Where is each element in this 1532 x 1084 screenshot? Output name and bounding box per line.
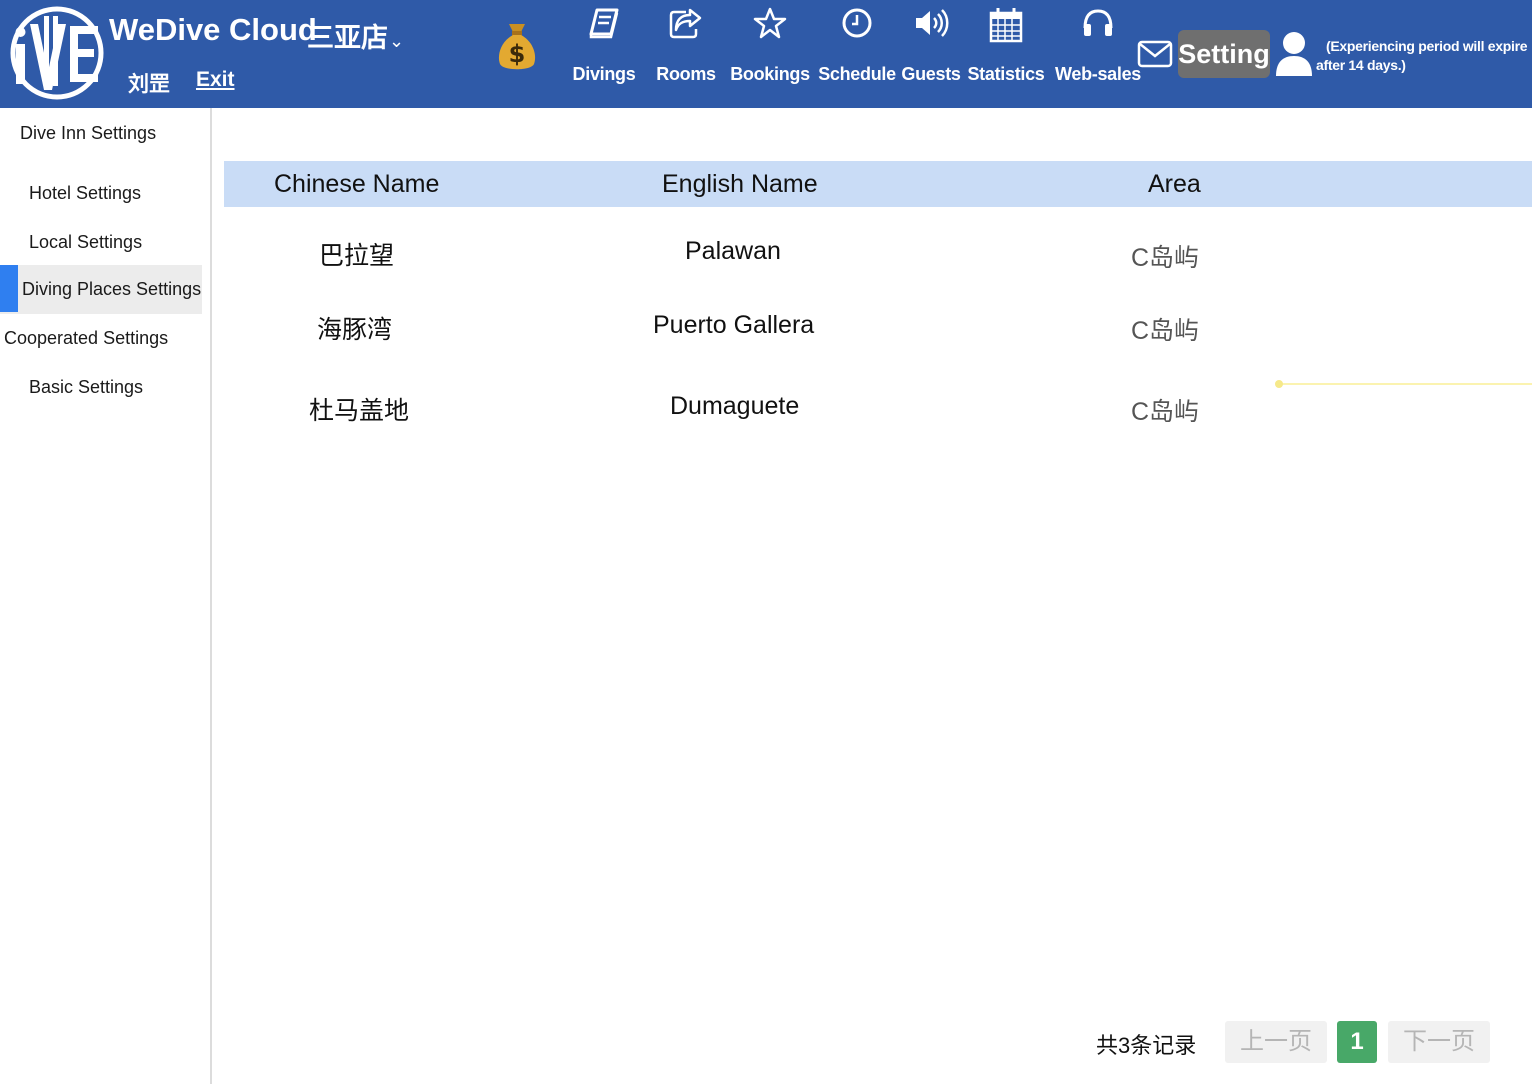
shop-selector[interactable]: 三亚店⌄ <box>307 16 404 55</box>
current-page-button[interactable]: 1 <box>1337 1021 1377 1063</box>
svg-text:$: $ <box>509 40 526 68</box>
highlight-line <box>1278 383 1532 385</box>
cell-english-name: Palawan <box>685 237 781 265</box>
cell-chinese-name: 巴拉望 <box>319 242 395 270</box>
nav-label: Divings <box>572 64 636 84</box>
sidebar-item-local[interactable]: Local Settings <box>29 232 142 253</box>
nav-label: Bookings <box>730 64 810 84</box>
exit-link[interactable]: Exit <box>196 68 235 92</box>
expire-line-2: after 14 days.) <box>1316 57 1406 73</box>
highlight-dot <box>1275 380 1283 388</box>
user-avatar-icon[interactable] <box>1274 30 1314 78</box>
nav-label: Schedule <box>818 64 896 84</box>
brand-title: WeDive Cloud <box>109 12 317 47</box>
nav-bookings[interactable]: Bookings <box>730 6 810 96</box>
next-page-button[interactable]: 下一页 <box>1388 1021 1490 1063</box>
column-header-chinese-name: Chinese Name <box>274 170 440 198</box>
cell-chinese-name: 海豚湾 <box>317 316 393 344</box>
calendar-icon <box>989 8 1023 43</box>
nav-label: Web-sales <box>1054 64 1142 84</box>
sidebar-item-dive-inn[interactable]: Dive Inn Settings <box>20 123 156 144</box>
cell-area: C岛屿 <box>1131 398 1200 426</box>
nav-rooms[interactable]: Rooms <box>655 6 717 96</box>
chevron-down-icon: ⌄ <box>389 31 405 51</box>
nav-schedule[interactable]: Schedule <box>818 6 896 96</box>
speaker-icon <box>916 9 949 37</box>
cell-area: C岛屿 <box>1131 317 1200 345</box>
book-icon <box>589 8 619 39</box>
clock-icon <box>842 8 872 38</box>
cell-english-name: Dumaguete <box>670 392 800 420</box>
money-bag-icon[interactable]: $ <box>496 20 538 72</box>
active-item-indicator <box>0 265 18 312</box>
cell-chinese-name: 杜马盖地 <box>309 397 410 425</box>
column-header-english-name: English Name <box>662 170 818 198</box>
sidebar-item-basic[interactable]: Basic Settings <box>29 377 143 398</box>
sidebar-item-cooperated[interactable]: Cooperated Settings <box>4 328 168 349</box>
sidebar-item-hotel[interactable]: Hotel Settings <box>29 183 141 204</box>
trial-expire-notice: (Experiencing period will expire after 1… <box>1316 37 1528 75</box>
column-header-area: Area <box>1148 170 1201 198</box>
settings-sidebar: Dive Inn Settings Hotel Settings Local S… <box>0 108 212 1084</box>
total-records: 共3条记录 <box>1096 1033 1197 1058</box>
top-header: WeDive Cloud 三亚店⌄ 刘罡 Exit $ Divings Room… <box>0 0 1532 108</box>
shop-name: 三亚店 <box>307 23 388 53</box>
headphones-icon <box>1083 9 1113 36</box>
cell-english-name: Puerto Gallera <box>653 311 815 339</box>
dive-logo-icon <box>10 6 104 100</box>
nav-label: Guests <box>901 64 961 84</box>
nav-label: Statistics <box>967 64 1045 84</box>
nav-label: Rooms <box>656 64 716 84</box>
user-name: 刘罡 <box>128 73 170 96</box>
share-icon <box>669 8 702 39</box>
nav-web-sales[interactable]: Web-sales <box>1054 6 1142 96</box>
expire-line-1: (Experiencing period will expire <box>1326 38 1528 54</box>
sidebar-item-diving-places[interactable]: Diving Places Settings <box>22 279 201 300</box>
cell-area: C岛屿 <box>1131 244 1200 272</box>
star-icon <box>753 7 787 39</box>
nav-divings[interactable]: Divings <box>572 6 636 96</box>
table-header-row: Chinese Name English Name Area <box>224 161 1532 207</box>
mail-icon[interactable] <box>1137 40 1173 68</box>
setting-button[interactable]: Setting <box>1178 30 1270 78</box>
nav-statistics[interactable]: Statistics <box>967 6 1045 96</box>
nav-guests[interactable]: Guests <box>901 6 961 96</box>
prev-page-button[interactable]: 上一页 <box>1225 1021 1327 1063</box>
